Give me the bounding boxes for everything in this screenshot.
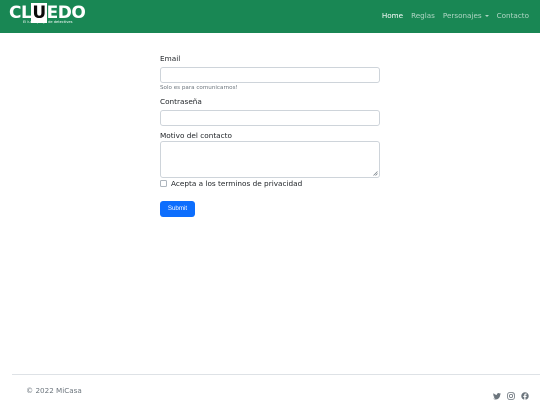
password-label: Contraseña (160, 97, 202, 106)
motivo-label: Motivo del contacto (160, 131, 232, 140)
cluedo-logo[interactable]: CLUEDO El lucio juego de detectives (9, 3, 86, 27)
nav-personajes-label: Personajes (442, 11, 482, 20)
privacy-check-row: Acepta a los terminos de privacidad (160, 179, 380, 188)
chevron-down-icon (484, 15, 489, 17)
footer-divider (12, 374, 540, 375)
motivo-textarea[interactable] (160, 141, 380, 178)
nav-home[interactable]: Home (382, 11, 403, 20)
nav-personajes-dropdown[interactable]: Personajes (443, 11, 489, 20)
resize-grip-icon[interactable] (373, 171, 378, 176)
nav-reglas[interactable]: Reglas (411, 11, 435, 20)
email-field[interactable] (160, 67, 380, 83)
footer-copyright: © 2022 MiCasa (26, 386, 82, 395)
password-field[interactable] (160, 110, 380, 126)
navbar: CLUEDO El lucio juego de detectives Home… (0, 0, 540, 33)
privacy-label[interactable]: Acepta a los terminos de privacidad (171, 179, 302, 188)
privacy-checkbox[interactable] (160, 180, 167, 187)
nav-menu: Home Reglas Personajes Contacto (382, 11, 529, 20)
twitter-icon[interactable] (493, 385, 501, 400)
email-label: Email (160, 54, 181, 63)
logo-tagline: El lucio juego de detectives (23, 20, 73, 24)
nav-contacto[interactable]: Contacto (497, 11, 529, 20)
instagram-icon[interactable] (507, 385, 515, 400)
contact-form: Email Solo es para comunicarnos! Contras… (160, 54, 380, 217)
social-links (493, 385, 529, 400)
facebook-icon[interactable] (521, 385, 529, 400)
submit-button[interactable]: Submit (160, 201, 195, 217)
